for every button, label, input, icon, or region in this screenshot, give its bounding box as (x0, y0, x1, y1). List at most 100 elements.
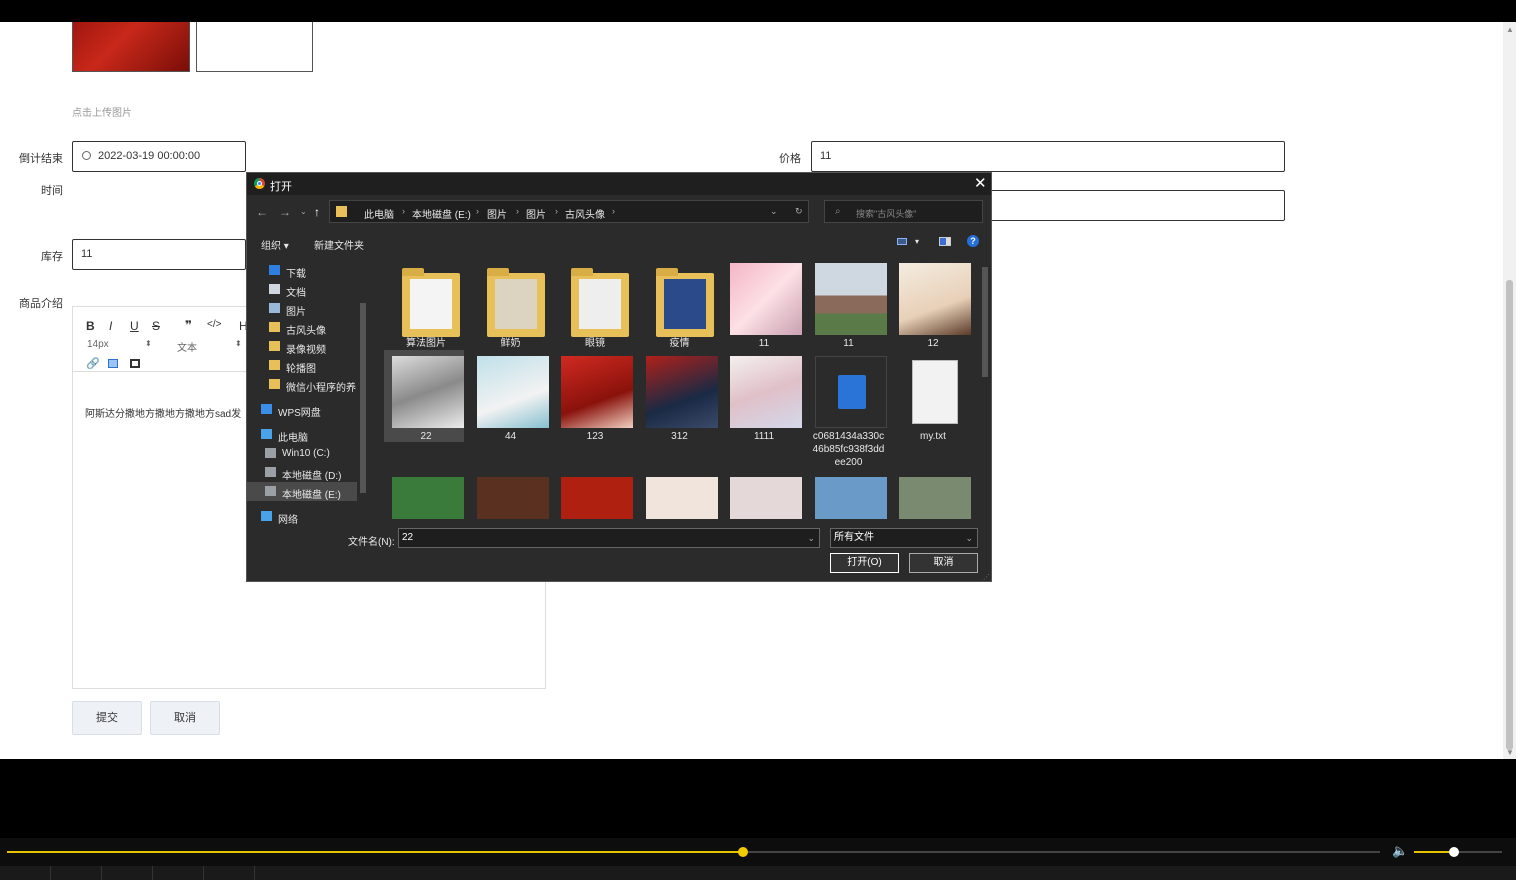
breadcrumb-chevron-icon[interactable]: › (402, 206, 405, 216)
file-item[interactable]: my.txt (891, 350, 971, 442)
back-arrow-icon[interactable]: ← (256, 205, 268, 219)
file-item[interactable]: 11 (722, 257, 802, 349)
file-item[interactable]: 312 (638, 350, 718, 442)
address-dropdown-icon[interactable]: ⌄ (770, 206, 778, 217)
file-item[interactable]: 疫情 (638, 257, 718, 349)
image-thumbnail[interactable] (476, 477, 549, 519)
volume-icon[interactable]: 🔈 (1392, 843, 1408, 859)
uploaded-image-thumb[interactable] (72, 22, 190, 72)
nav-item[interactable]: 网络 (247, 507, 357, 526)
open-button[interactable]: 打开(O) (830, 553, 899, 573)
countdown-datetime-input[interactable]: 2022-03-19 00:00:00 (72, 141, 246, 172)
chevron-down-icon[interactable]: ⌄ (807, 529, 815, 547)
breadcrumb-item[interactable]: 本地磁盘 (E:) (412, 206, 471, 221)
nav-item[interactable]: 录像视频 (247, 337, 357, 356)
quote-icon[interactable]: ❞ (185, 318, 192, 332)
strikethrough-icon[interactable]: S (152, 319, 160, 333)
image-thumbnail[interactable] (899, 477, 971, 519)
breadcrumb-chevron-icon[interactable]: › (612, 206, 615, 216)
history-chevron-icon[interactable]: ⌄ (300, 207, 307, 216)
resize-grip-icon[interactable]: ⋰ (983, 573, 990, 581)
file-name: 算法图片 (406, 338, 446, 349)
file-item[interactable]: 123 (553, 350, 633, 442)
forward-arrow-icon[interactable]: → (279, 205, 291, 219)
view-options-icon[interactable] (897, 238, 907, 245)
bold-icon[interactable]: B (86, 319, 95, 333)
progress-track[interactable] (7, 851, 1380, 853)
file-item[interactable]: 44 (469, 350, 549, 442)
nav-item[interactable]: 文档 (247, 280, 357, 299)
search-box[interactable]: ⌕ 搜索"古风头像" (824, 200, 983, 223)
file-item[interactable]: 鲜奶 (469, 257, 549, 349)
view-dropdown-icon[interactable]: ▾ (915, 237, 919, 246)
editor-content[interactable]: 阿斯达分撒地方撒地方撒地方sad发 (85, 405, 241, 420)
image-thumbnail[interactable] (561, 477, 633, 519)
file-item[interactable]: 1111 (722, 350, 802, 442)
file-item[interactable]: 12 (891, 257, 971, 349)
dialog-titlebar[interactable]: 打开 ✕ (247, 173, 991, 195)
nav-item[interactable]: WPS网盘 (247, 400, 357, 419)
file-grid-scrollbar[interactable] (979, 257, 991, 519)
breadcrumb-chevron-icon[interactable]: › (555, 206, 558, 216)
progress-knob[interactable] (737, 847, 748, 857)
nav-item[interactable]: 下载 (247, 261, 357, 280)
preview-pane-icon[interactable] (939, 237, 951, 246)
image-icon[interactable] (108, 359, 118, 368)
underline-icon[interactable]: U (130, 319, 139, 333)
breadcrumb-item[interactable]: 图片 (526, 206, 546, 221)
submit-button[interactable]: 提交 (72, 701, 142, 735)
image-thumbnail[interactable] (392, 477, 464, 519)
breadcrumb-chevron-icon[interactable]: › (516, 206, 519, 216)
font-size-select[interactable]: 14px ⬍ (87, 339, 152, 350)
nav-item[interactable]: 轮播图 (247, 356, 357, 375)
file-name: c0681434a330c46b85fc938f3ddee200 (812, 431, 885, 468)
file-item[interactable]: c0681434a330c46b85fc938f3ddee200 (807, 350, 887, 468)
file-item[interactable]: 22 (384, 350, 464, 442)
nav-pane-scroll-thumb[interactable] (360, 303, 366, 493)
price-input[interactable]: 11 (811, 141, 1285, 172)
link-icon[interactable]: 🔗 (86, 357, 100, 370)
nav-item[interactable]: Win10 (C:) (247, 444, 357, 463)
italic-icon[interactable]: I (109, 319, 112, 333)
image-thumbnail[interactable] (814, 477, 887, 519)
filetype-select[interactable]: 所有文件 ⌄ (830, 528, 978, 548)
image-thumbnail[interactable] (730, 477, 802, 519)
organize-menu[interactable]: 组织 ▾ (261, 237, 289, 252)
code-icon[interactable]: </> (207, 319, 221, 330)
nav-item[interactable]: 图片 (247, 299, 357, 318)
address-bar[interactable]: 此电脑 › 本地磁盘 (E:) › 图片 › 图片 › 古风头像 › ⌄ ↻ (329, 200, 809, 223)
file-grid-scroll-thumb[interactable] (982, 267, 988, 377)
upload-slot[interactable] (196, 22, 313, 72)
breadcrumb-chevron-icon[interactable]: › (476, 206, 479, 216)
file-item[interactable]: 眼镜 (553, 257, 633, 349)
block-type-select[interactable]: 文本 ⬍ (177, 339, 242, 354)
nav-item[interactable]: 微信小程序的养 (247, 375, 357, 394)
up-arrow-icon[interactable]: ↑ (314, 205, 320, 219)
cancel-button[interactable]: 取消 (150, 701, 220, 735)
nav-pane-scrollbar[interactable] (357, 257, 369, 519)
nav-item[interactable]: 此电脑 (247, 425, 357, 444)
image-thumbnail[interactable] (645, 477, 718, 519)
nav-item[interactable]: 本地磁盘 (E:) (247, 482, 357, 501)
dialog-cancel-button[interactable]: 取消 (909, 553, 978, 573)
file-item[interactable]: 算法图片 (384, 257, 464, 349)
breadcrumb-item[interactable]: 此电脑 (364, 206, 394, 221)
breadcrumb-item[interactable]: 古风头像 (565, 206, 605, 221)
filename-input[interactable]: 22 ⌄ (398, 528, 820, 548)
scroll-down-arrow-icon[interactable]: ▼ (1506, 748, 1514, 757)
page-scrollbar[interactable]: ▲ ▼ (1503, 22, 1516, 759)
stock-input[interactable]: 11 (72, 239, 246, 270)
help-icon[interactable]: ? (967, 235, 979, 247)
chevron-down-icon[interactable]: ⌄ (965, 529, 973, 547)
breadcrumb-item[interactable]: 图片 (487, 206, 507, 221)
refresh-icon[interactable]: ↻ (795, 206, 803, 217)
file-item[interactable]: 11 (807, 257, 887, 349)
nav-item[interactable]: 古风头像 (247, 318, 357, 337)
nav-item[interactable]: 本地磁盘 (D:) (247, 463, 357, 482)
new-folder-button[interactable]: 新建文件夹 (314, 237, 364, 252)
page-scrollbar-thumb[interactable] (1506, 280, 1513, 750)
scroll-up-arrow-icon[interactable]: ▲ (1506, 25, 1514, 34)
video-icon[interactable] (130, 359, 140, 368)
close-icon[interactable]: ✕ (974, 174, 987, 192)
volume-knob[interactable] (1448, 847, 1459, 857)
